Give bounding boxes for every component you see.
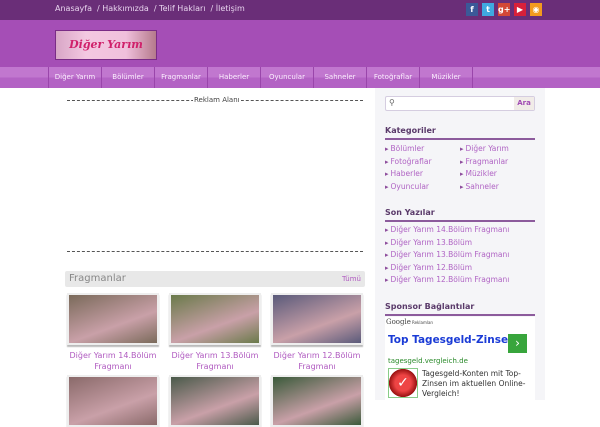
youtube-icon[interactable]: ▶ [514,3,526,16]
ad-checkmark-icon: ✓ [388,368,418,398]
video-card[interactable] [67,375,159,427]
ad-area-label: Reklam Alanı [193,96,241,104]
categories-heading: Kategoriler [385,126,535,140]
recent-post-link[interactable]: Diğer Yarım 13.Bölüm Fragmanı [385,250,510,259]
nav-item[interactable]: Müzikler [420,67,473,88]
social-icons: f t g+ ▶ ◉ [466,3,542,16]
video-thumbnail[interactable] [271,375,363,427]
ad-url[interactable]: tagesgeld.vergleich.de [388,357,468,365]
google-ad[interactable]: Google Reklamları Top Tagesgeld-Zinsen ›… [385,317,535,400]
ad-divider-bottom [67,251,363,252]
video-title[interactable]: Diğer Yarım 13.Bölüm Fragmanı [169,350,261,372]
nav-item[interactable]: Haberler [208,67,261,88]
top-link-copyright[interactable]: / Telif Hakları [154,4,206,13]
top-bar: Anasayfa / Hakkımızda / Telif Hakları / … [0,0,600,20]
ad-arrow-button[interactable]: › [508,334,527,353]
top-link-about[interactable]: / Hakkımızda [97,4,149,13]
video-title[interactable]: Diğer Yarım 12.Bölüm Fragmanı [271,350,363,372]
category-link[interactable]: Diğer Yarım [460,144,509,153]
nav-item[interactable]: Bölümler [102,67,155,88]
section-header: Fragmanlar Tümü [65,271,365,287]
top-link-home[interactable]: Anasayfa [55,4,92,13]
nav-item[interactable]: Fragmanlar [155,67,208,88]
video-card[interactable]: Diğer Yarım 14.Bölüm Fragmanı [67,293,159,372]
video-thumbnail[interactable] [169,375,261,427]
recent-post-link[interactable]: Diğer Yarım 13.Bölüm [385,238,473,247]
ad-choices-label: Reklamları [412,320,434,325]
recent-post-link[interactable]: Diğer Yarım 12.Bölüm [385,263,473,272]
category-link[interactable]: Oyuncular [385,182,430,191]
category-link[interactable]: Fragmanlar [460,157,509,166]
facebook-icon[interactable]: f [466,3,478,16]
search-box: ⚲ Ara [385,96,535,111]
section-title: Fragmanlar [69,273,126,284]
google-logo: Google [386,318,411,326]
main-nav: Diğer Yarım Bölümler Fragmanlar Haberler Oyu… [0,67,600,88]
search-button[interactable]: Ara [514,97,534,110]
recent-post-link[interactable]: Diğer Yarım 12.Bölüm Fragmanı [385,275,510,284]
ad-text: Tagesgeld-Konten mit Top-Zinsen im aktue… [422,369,526,398]
video-card[interactable] [169,375,261,427]
sidebar: ⚲ Ara Kategoriler Bölümler Diğer Yarım Fot… [375,88,545,400]
top-links: Anasayfa / Hakkımızda / Telif Hakları / … [55,4,245,13]
video-card[interactable] [271,375,363,427]
nav-item[interactable]: Oyuncular [261,67,314,88]
site-logo[interactable]: Diğer Yarım [55,30,157,60]
video-thumbnail[interactable] [67,375,159,427]
category-link[interactable]: Fotoğraflar [385,157,432,166]
video-thumbnail[interactable] [67,293,159,345]
video-card[interactable]: Diğer Yarım 13.Bölüm Fragmanı [169,293,261,372]
nav-item[interactable]: Sahneler [314,67,367,88]
recent-posts-heading: Son Yazılar [385,208,535,222]
nav-item[interactable]: Diğer Yarım [49,67,102,88]
logo-text: Diğer Yarım [69,38,143,51]
category-link[interactable]: Sahneler [460,182,499,191]
category-link[interactable]: Müzikler [460,169,497,178]
google-plus-icon[interactable]: g+ [498,3,510,16]
search-input[interactable] [398,99,508,106]
rss-icon[interactable]: ◉ [530,3,542,16]
sponsor-heading: Sponsor Bağlantılar [385,302,535,316]
category-link[interactable]: Bölümler [385,144,425,153]
main-content: Reklam Alanı Fragmanlar Tümü Diğer Yarım… [55,88,375,427]
ad-headline[interactable]: Top Tagesgeld-Zinsen [388,334,516,346]
video-thumbnail[interactable] [271,293,363,345]
video-card[interactable]: Diğer Yarım 12.Bölüm Fragmanı [271,293,363,372]
nav-item[interactable]: Fotoğraflar [367,67,420,88]
recent-post-link[interactable]: Diğer Yarım 14.Bölüm Fragmanı [385,225,510,234]
top-link-contact[interactable]: / İletişim [211,4,245,13]
search-icon: ⚲ [389,98,395,107]
category-link[interactable]: Haberler [385,169,423,178]
twitter-icon[interactable]: t [482,3,494,16]
video-thumbnail[interactable] [169,293,261,345]
video-title[interactable]: Diğer Yarım 14.Bölüm Fragmanı [67,350,159,372]
see-all-link[interactable]: Tümü [342,275,361,283]
